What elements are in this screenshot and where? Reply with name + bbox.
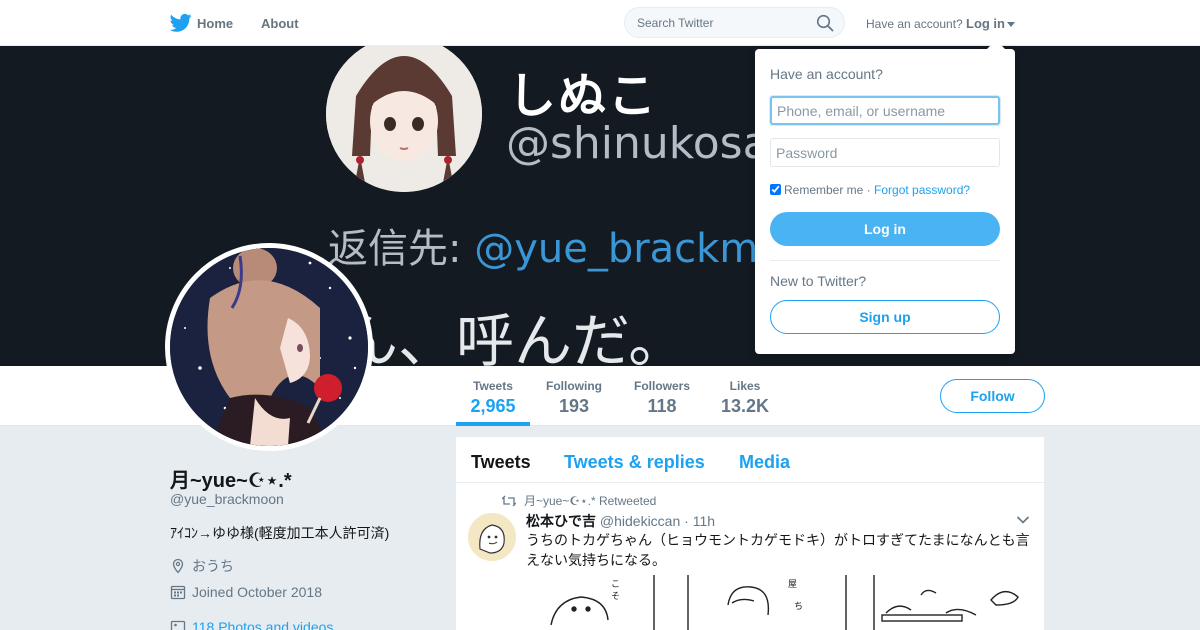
nav-home-link[interactable]: Home <box>197 16 233 31</box>
tweet-header: 松本ひで吉 @hidekiccan · 11h <box>526 511 715 531</box>
profile-joined-text: Joined October 2018 <box>192 584 322 600</box>
svg-text:こ: こ <box>611 580 620 590</box>
profile-display-name[interactable]: 月~yue~☪︎⋆.* <box>170 464 292 493</box>
tweet-author-avatar[interactable] <box>468 513 516 561</box>
calendar-icon <box>170 585 186 600</box>
banner-reply-line: 返信先: @yue_brackm <box>328 216 758 274</box>
stat-likes[interactable]: Likes 13.2K <box>720 379 770 417</box>
banner-character-avatar <box>326 46 482 192</box>
banner-name-text: しぬこ <box>508 68 659 124</box>
retweet-context-text[interactable]: 月~yue~☪︎⋆.* Retweeted <box>524 494 656 508</box>
location-pin-icon <box>172 558 184 574</box>
tab-media[interactable]: Media <box>739 452 790 473</box>
remember-me-row: Remember me · Forgot password? <box>770 183 970 197</box>
new-to-twitter-text: New to Twitter? <box>770 273 867 289</box>
remember-me-label[interactable]: Remember me <box>784 183 863 197</box>
search-placeholder[interactable]: Search Twitter <box>637 16 713 30</box>
have-account-text: Have an account? <box>866 17 963 31</box>
profile-location: おうち <box>170 556 234 576</box>
profile-location-text: おうち <box>192 558 234 574</box>
banner-reply-prefix: 返信先: <box>328 226 475 272</box>
stat-followers-value[interactable]: 118 <box>633 396 691 417</box>
svg-text:屋: 屋 <box>788 579 797 590</box>
tweet-text: うちのトカゲちゃん（ヒョウモントカゲモドキ）がトロすぎてたまになんとも言えない気… <box>526 532 1030 568</box>
tweet-author-name[interactable]: 松本ひで吉 <box>526 513 596 529</box>
stat-tweets-value[interactable]: 2,965 <box>470 396 516 417</box>
banner-handle-text: @shinukosa <box>506 118 770 169</box>
active-stat-underline <box>456 422 530 426</box>
search-icon[interactable] <box>816 14 834 32</box>
tweet-timestamp[interactable]: · 11h <box>684 513 715 529</box>
password-field[interactable] <box>770 138 1000 167</box>
photo-icon <box>170 620 186 630</box>
search-box[interactable]: Search Twitter <box>624 7 845 38</box>
tab-tweets-and-replies[interactable]: Tweets & replies <box>564 452 705 473</box>
twitter-bird-icon[interactable] <box>170 13 192 33</box>
login-dropdown: Have an account? Remember me · Forgot pa… <box>755 40 1015 354</box>
remember-me-checkbox[interactable] <box>770 184 781 195</box>
signup-button[interactable]: Sign up <box>770 300 1000 334</box>
retweet-context[interactable]: 月~yue~☪︎⋆.* Retweeted <box>502 492 656 509</box>
timeline-panel: Tweets Tweets & replies Media 月~yue~☪︎⋆.… <box>456 437 1044 630</box>
stat-tweets[interactable]: Tweets 2,965 <box>470 379 516 417</box>
follow-button[interactable]: Follow <box>940 379 1045 413</box>
stat-tweets-label[interactable]: Tweets <box>470 379 516 393</box>
stat-following[interactable]: Following 193 <box>545 379 603 417</box>
stat-following-label[interactable]: Following <box>545 379 603 393</box>
tweet-author-handle[interactable]: @hidekiccan <box>600 513 680 529</box>
stat-likes-value[interactable]: 13.2K <box>720 396 770 417</box>
remember-separator: · <box>863 183 875 197</box>
profile-photos-text[interactable]: 118 Photos and videos <box>192 619 333 630</box>
nav-about-link[interactable]: About <box>261 16 299 31</box>
stat-followers[interactable]: Followers 118 <box>633 379 691 417</box>
banner-reply-mention: @yue_brackm <box>474 226 759 272</box>
profile-bio: ｱｲｺﾝ→ゆゆ様(軽度加工本人許可済) <box>170 525 390 541</box>
forgot-password-link[interactable]: Forgot password? <box>874 183 970 197</box>
chevron-down-icon[interactable] <box>1016 515 1030 525</box>
timeline-tabs: Tweets Tweets & replies Media <box>456 437 1044 483</box>
stat-following-value[interactable]: 193 <box>545 396 603 417</box>
banner-bottom-text: ん、呼んだ。 <box>340 307 687 366</box>
caret-down-icon <box>1007 22 1015 28</box>
login-link-label[interactable]: Log in <box>966 16 1005 31</box>
svg-text:ち: ち <box>794 601 803 612</box>
profile-avatar[interactable] <box>165 243 373 451</box>
login-button[interactable]: Log in <box>770 212 1000 246</box>
tweet-media-preview[interactable]: こそ 屋ち <box>526 575 1034 630</box>
profile-handle[interactable]: @yue_brackmoon <box>170 491 284 507</box>
profile-photos-link[interactable]: 118 Photos and videos <box>170 619 333 630</box>
svg-text:そ: そ <box>611 591 620 602</box>
profile-joined: Joined October 2018 <box>170 584 322 600</box>
login-dropdown-toggle[interactable]: Log in <box>966 16 1015 31</box>
top-navigation-bar: Home About Search Twitter Have an accoun… <box>0 0 1200 46</box>
dropdown-divider <box>770 260 1000 261</box>
username-field[interactable] <box>770 96 1000 125</box>
tab-tweets[interactable]: Tweets <box>471 452 531 473</box>
login-dropdown-title: Have an account? <box>770 66 883 82</box>
stat-followers-label[interactable]: Followers <box>633 379 691 393</box>
retweet-icon <box>502 495 516 507</box>
stat-likes-label[interactable]: Likes <box>720 379 770 393</box>
